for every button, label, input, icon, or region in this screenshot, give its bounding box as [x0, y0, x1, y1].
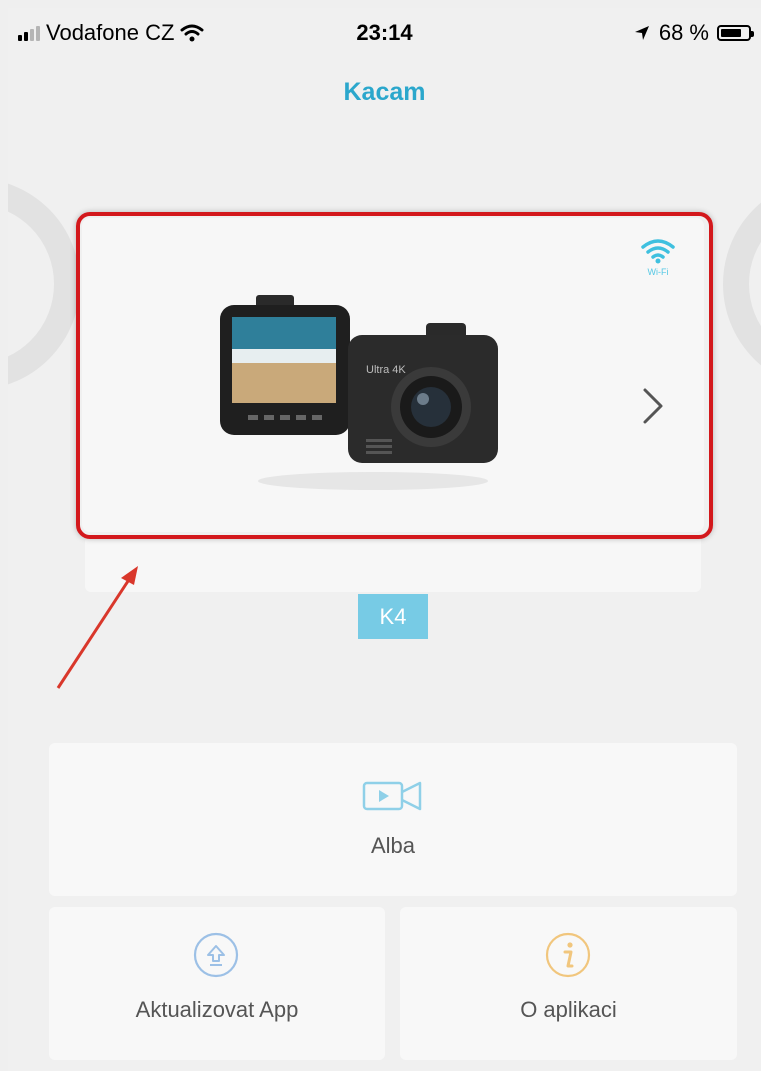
- red-arrow-annotation: [56, 566, 138, 689]
- info-icon: [545, 932, 591, 978]
- device-card-footer: [85, 536, 701, 592]
- albums-button[interactable]: Alba: [49, 743, 737, 896]
- app-screen: Vodafone CZ 23:14 68 % Kacam Wi-Fi Ultra…: [8, 8, 761, 1071]
- app-title: Kacam: [343, 78, 426, 106]
- battery-icon: [717, 25, 754, 41]
- status-right: 68 %: [633, 20, 754, 46]
- highlight-frame: [76, 212, 713, 539]
- video-camera-icon: [362, 781, 422, 811]
- right-ring-decoration: [723, 178, 761, 390]
- update-app-button[interactable]: Aktualizovat App: [49, 907, 385, 1060]
- upload-icon: [193, 932, 239, 978]
- battery-percent: 68 %: [658, 20, 709, 45]
- about-app-label: O aplikaci: [520, 997, 617, 1022]
- update-app-label: Aktualizovat App: [135, 997, 299, 1022]
- device-model-badge: K4: [358, 594, 428, 639]
- albums-label: Alba: [370, 833, 416, 858]
- status-bar: Vodafone CZ 23:14 68 %: [8, 8, 761, 56]
- location-icon: [634, 26, 649, 40]
- left-ring-decoration: [8, 178, 80, 390]
- about-app-button[interactable]: O aplikaci: [400, 907, 737, 1060]
